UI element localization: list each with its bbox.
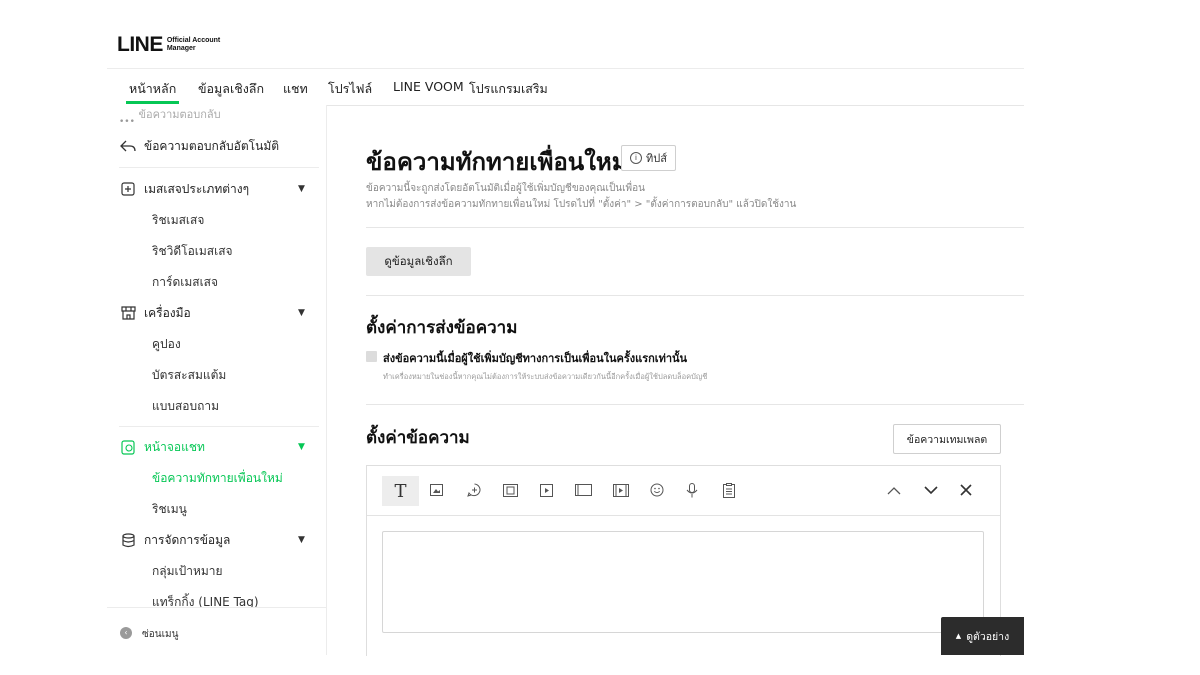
- message-editor: T: [366, 465, 1001, 656]
- sidebar-group-label: เครื่องมือ: [144, 305, 191, 320]
- sidebar-item-rich-message[interactable]: ริชเมสเสจ: [107, 209, 326, 231]
- description-line-1: ข้อความนี้จะถูกส่งโดยอัตโนมัติเมื่อผู้ใช…: [366, 183, 645, 194]
- info-icon: i: [630, 152, 642, 164]
- tab-insights[interactable]: ข้อมูลเชิงลึก: [198, 79, 264, 99]
- tab-extensions[interactable]: โปรแกรมเสริม: [469, 79, 548, 99]
- move-up-icon[interactable]: [882, 478, 906, 502]
- caret-down-icon: ▼: [298, 184, 305, 194]
- card-icon[interactable]: [571, 478, 595, 502]
- tips-button[interactable]: i ทิปส์: [621, 145, 676, 171]
- sidebar-item-label: ข้อความทักทายเพื่อนใหม่: [152, 470, 283, 485]
- sidebar-divider: [119, 426, 319, 427]
- dots-icon: •••: [119, 117, 135, 127]
- caret-up-icon: ▲: [955, 632, 962, 640]
- sidebar-collapse[interactable]: ‹ ซ่อนเมนู: [107, 607, 326, 655]
- send-settings-title: ตั้งค่าการส่งข้อความ: [366, 318, 518, 338]
- shop-icon: [120, 305, 136, 321]
- sidebar-item-label: บัตรสะสมแต้ม: [152, 367, 227, 382]
- tab-line-voom[interactable]: LINE VOOM: [393, 79, 464, 94]
- sidebar-item-label: ริชเมนู: [152, 501, 187, 516]
- sidebar-item-rich-video[interactable]: ริชวิดีโอเมสเสจ: [107, 240, 326, 262]
- sidebar-partial-label: ข้อความตอบกลับ: [138, 108, 221, 121]
- delete-icon[interactable]: [954, 478, 978, 502]
- emoji-icon[interactable]: [645, 478, 669, 502]
- page-title: ข้อความทักทายเพื่อนใหม่: [366, 148, 628, 176]
- logo-text: LINE: [117, 33, 163, 56]
- sidebar-item-reward-card[interactable]: บัตรสะสมแต้ม: [107, 364, 326, 386]
- sidebar-group-messages[interactable]: เมสเสจประเภทต่างๆ ▼: [107, 178, 326, 200]
- sidebar-item-label: คูปอง: [152, 336, 181, 351]
- sidebar-item-survey[interactable]: แบบสอบถาม: [107, 395, 326, 417]
- sidebar-item-label: ข้อความตอบกลับอัตโนมัติ: [144, 138, 280, 153]
- sidebar-item-rich-menu[interactable]: ริชเมนู: [107, 498, 326, 520]
- image-icon[interactable]: [424, 478, 448, 502]
- logo-subtitle: Official Account Manager: [167, 37, 220, 53]
- video-icon[interactable]: [534, 478, 558, 502]
- sidebar-item-card-message[interactable]: การ์ดเมสเสจ: [107, 271, 326, 293]
- sidebar-item-coupon[interactable]: คูปอง: [107, 333, 326, 355]
- chevron-left-icon: ‹: [120, 627, 132, 639]
- sidebar-partial-item[interactable]: ••• ข้อความตอบกลับ: [119, 108, 221, 129]
- caret-down-icon: ▼: [298, 535, 305, 545]
- message-settings-title: ตั้งค่าข้อความ: [366, 428, 470, 448]
- sidebar-item-label: แบบสอบถาม: [152, 398, 220, 413]
- editor-toolbar: T: [367, 466, 1000, 516]
- preview-label: ดูตัวอย่าง: [966, 630, 1010, 643]
- caret-down-icon: ▼: [298, 308, 305, 318]
- sticker-icon[interactable]: [462, 478, 486, 502]
- tab-home[interactable]: หน้าหลัก: [125, 79, 180, 104]
- sidebar: ••• ข้อความตอบกลับ ข้อความตอบกลับอัตโนมั…: [107, 105, 327, 655]
- sidebar-group-label: การจัดการข้อมูล: [144, 532, 231, 547]
- database-icon: [120, 532, 136, 548]
- view-insights-button[interactable]: ดูข้อมูลเชิงลึก: [366, 247, 471, 276]
- voice-icon[interactable]: [680, 478, 704, 502]
- line-logo: LINE Official Account Manager: [117, 33, 220, 57]
- coupon-icon[interactable]: [498, 478, 522, 502]
- sidebar-item-greeting-message[interactable]: ข้อความทักทายเพื่อนใหม่: [107, 467, 326, 489]
- sidebar-group-tools[interactable]: เครื่องมือ ▼: [107, 302, 326, 324]
- sidebar-divider: [119, 167, 319, 168]
- reply-icon: [120, 138, 136, 154]
- tab-profile[interactable]: โปรไฟล์: [328, 79, 372, 99]
- logo-sub-line-2: Manager: [166, 45, 196, 52]
- divider: [366, 404, 1024, 405]
- template-message-button[interactable]: ข้อความเทมเพลต: [893, 424, 1001, 454]
- sidebar-item-auto-reply[interactable]: ข้อความตอบกลับอัตโนมัติ: [107, 135, 326, 157]
- sidebar-group-label: หน้าจอแชท: [144, 439, 205, 454]
- sidebar-group-chat-screen[interactable]: หน้าจอแชท ▼: [107, 436, 326, 458]
- sidebar-group-data-management[interactable]: การจัดการข้อมูล ▼: [107, 529, 326, 551]
- sidebar-item-label: กลุ่มเป้าหมาย: [152, 563, 223, 578]
- first-time-only-checkbox[interactable]: [366, 351, 377, 362]
- logo-sub-line-1: Official Account: [166, 37, 221, 44]
- sidebar-item-audience[interactable]: กลุ่มเป้าหมาย: [107, 560, 326, 582]
- plus-box-icon: [120, 181, 136, 197]
- tab-chat[interactable]: แชท: [283, 79, 308, 99]
- caret-down-icon: ▼: [298, 442, 305, 452]
- rich-video-icon[interactable]: [609, 478, 633, 502]
- survey-icon[interactable]: [717, 478, 741, 502]
- sidebar-item-label: ริชวิดีโอเมสเสจ: [152, 243, 233, 258]
- message-text-input[interactable]: [382, 531, 984, 633]
- checkbox-label: ส่งข้อความนี้เมื่อผู้ใช้เพิ่มบัญชีทางการ…: [383, 352, 688, 365]
- text-icon[interactable]: T: [382, 476, 419, 506]
- collapse-label: ซ่อนเมนู: [142, 629, 179, 640]
- chat-screen-icon: [120, 439, 136, 455]
- top-navigation: หน้าหลัก ข้อมูลเชิงลึก แชท โปรไฟล์ LINE …: [107, 68, 1024, 106]
- sidebar-group-label: เมสเสจประเภทต่างๆ: [144, 181, 250, 196]
- preview-button[interactable]: ▲ ดูตัวอย่าง: [941, 617, 1024, 655]
- tips-label: ทิปส์: [646, 152, 667, 165]
- sidebar-item-label: ริชเมสเสจ: [152, 212, 205, 227]
- sidebar-item-label: การ์ดเมสเสจ: [152, 274, 219, 289]
- description-line-2: หากไม่ต้องการส่งข้อความทักทายเพื่อนใหม่ …: [366, 199, 797, 210]
- divider: [366, 295, 1024, 296]
- divider: [366, 227, 1024, 228]
- checkbox-help-text: ทำเครื่องหมายในช่องนี้หากคุณไม่ต้องการให…: [383, 372, 708, 381]
- move-down-icon[interactable]: [919, 478, 943, 502]
